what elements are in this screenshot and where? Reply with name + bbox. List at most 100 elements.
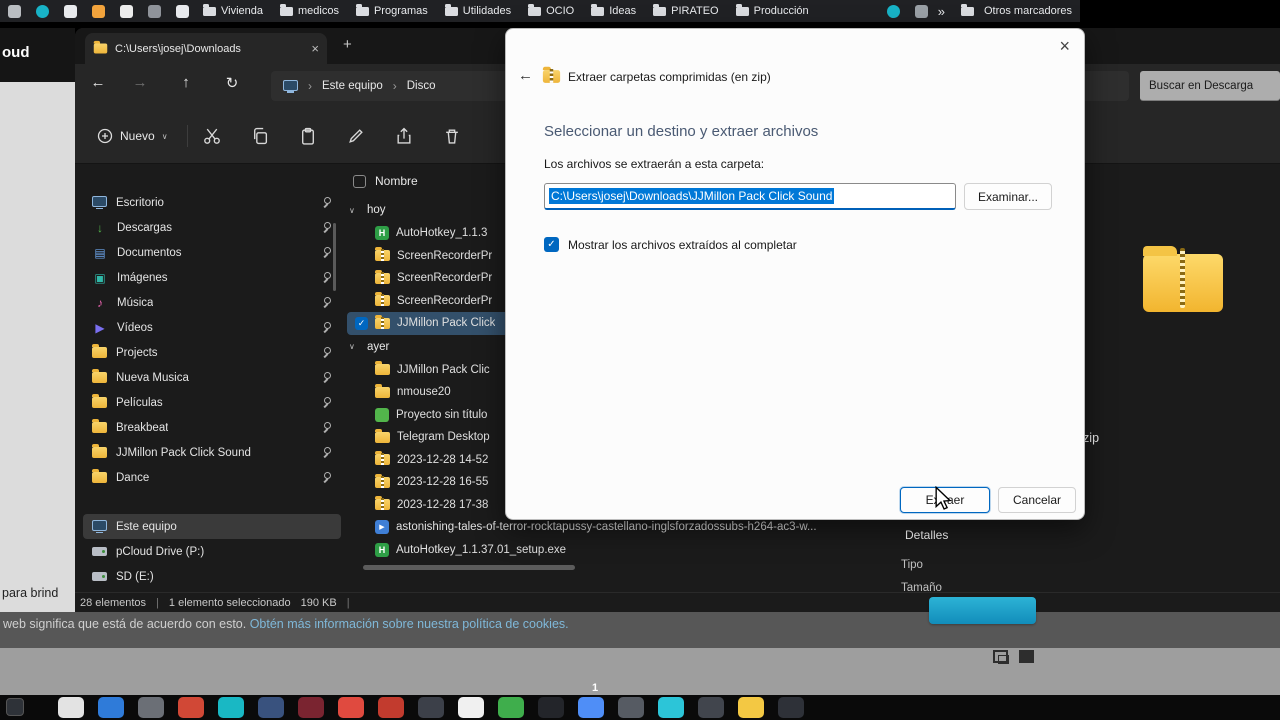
taskbar-app-10[interactable] [418, 697, 444, 718]
taskbar-app-3[interactable] [138, 697, 164, 718]
chevron-down-icon: ∨ [349, 205, 355, 215]
pin-icon [321, 447, 332, 458]
taskbar-app-15[interactable] [618, 697, 644, 718]
restore-window-icon[interactable] [993, 650, 1009, 664]
taskbar-app-5[interactable] [218, 697, 244, 718]
breadcrumb-este-equipo[interactable]: Este equipo [322, 80, 383, 92]
cookie-accept-button[interactable] [929, 597, 1036, 624]
sidebar-item[interactable]: pCloud Drive (P:) [83, 539, 341, 564]
pin-icon [321, 322, 332, 333]
back-icon[interactable]: ← [518, 67, 533, 84]
file-row[interactable]: H AutoHotkey_1.1.37.01_setup.exe [347, 539, 859, 562]
explorer-tab[interactable]: C:\Users\josej\Downloads × [85, 33, 327, 64]
bookmark-trailing-icon-2[interactable] [914, 4, 928, 18]
sidebar-item[interactable]: Breakbeat [83, 415, 341, 440]
breadcrumb-disco[interactable]: Disco [407, 80, 436, 92]
sidebar-item[interactable]: Nueva Musica [83, 365, 341, 390]
sidebar-scrollbar[interactable] [333, 223, 336, 291]
taskbar-app-17[interactable] [698, 697, 724, 718]
row-checkbox[interactable]: ✓ [355, 316, 368, 330]
show-extracted-checkbox[interactable]: ✓ [544, 237, 559, 252]
taskbar-app-2[interactable] [98, 697, 124, 718]
horizontal-scrollbar[interactable] [363, 565, 575, 570]
close-icon[interactable]: × [1059, 37, 1070, 55]
back-button[interactable]: ← [87, 74, 109, 91]
refresh-button[interactable]: ↻ [221, 74, 243, 92]
bookmark-item[interactable]: Producción [735, 4, 809, 17]
sidebar-item[interactable]: Escritorio [83, 190, 341, 215]
taskbar-app-9[interactable] [378, 697, 404, 718]
bookmark-trailing-icon-1[interactable] [886, 4, 900, 18]
details-heading[interactable]: Detalles [905, 528, 948, 542]
sidebar-item[interactable]: ▶ Vídeos [83, 315, 341, 340]
pin-icon [321, 197, 332, 208]
cut-button[interactable] [203, 127, 221, 145]
drive-icon [92, 547, 107, 556]
bookmark-icon-5[interactable] [120, 4, 133, 18]
rename-button[interactable] [347, 127, 365, 145]
sidebar-item[interactable]: SD (E:) [83, 564, 341, 589]
group-label: ayer [367, 340, 390, 353]
bookmark-item[interactable]: PIRATEO [653, 4, 719, 17]
taskbar-app-12[interactable] [498, 697, 524, 718]
folder-icon [375, 361, 390, 376]
taskbar-app-6[interactable] [258, 697, 284, 718]
cookie-policy-link[interactable]: Obtén más información sobre nuestra polí… [250, 617, 569, 631]
paste-button[interactable] [299, 127, 317, 145]
sidebar-item[interactable]: JJMillon Pack Click Sound [83, 440, 341, 465]
sidebar-item[interactable]: ▣ Imágenes [83, 265, 341, 290]
sidebar-item[interactable]: Este equipo [83, 514, 341, 539]
taskbar-corner-icon[interactable] [6, 698, 24, 716]
bookmark-item[interactable]: Ideas [591, 4, 636, 17]
sidebar-item[interactable]: Dance [83, 465, 341, 490]
taskbar-app-14[interactable] [578, 697, 604, 718]
taskbar-app-18[interactable] [738, 697, 764, 718]
destination-path-input[interactable]: C:\Users\josej\Downloads\JJMillon Pack C… [544, 183, 956, 210]
tab-close-icon[interactable]: × [311, 42, 319, 55]
taskbar-app-8[interactable] [338, 697, 364, 718]
sidebar-item[interactable]: ↓ Descargas [83, 215, 341, 240]
bookmark-item[interactable]: Programas [355, 4, 428, 17]
folder-icon [92, 344, 107, 358]
other-bookmarks-label[interactable]: Otros marcadores [984, 5, 1072, 17]
taskbar-app-4[interactable] [178, 697, 204, 718]
videos-icon: ▶ [95, 320, 105, 335]
select-all-checkbox[interactable] [353, 174, 366, 188]
bookmarks-overflow-chevron[interactable]: » [938, 4, 945, 19]
taskbar-app-1[interactable] [58, 697, 84, 718]
taskbar-app-13[interactable] [538, 697, 564, 718]
browse-button[interactable]: Examinar... [964, 183, 1052, 210]
bookmark-item[interactable]: OCIO [528, 4, 575, 17]
sidebar-item[interactable]: ♪ Música [83, 290, 341, 315]
taskbar-app-11[interactable] [458, 697, 484, 718]
cancel-button[interactable]: Cancelar [998, 487, 1076, 513]
taskbar-app-7[interactable] [298, 697, 324, 718]
forward-button[interactable]: → [129, 74, 151, 91]
up-button[interactable]: ↑ [175, 74, 197, 91]
bookmark-icon-3[interactable] [64, 4, 77, 18]
sidebar-item[interactable]: Películas [83, 390, 341, 415]
bookmark-icon-1[interactable] [8, 4, 21, 18]
folder-icon [444, 4, 458, 16]
bookmark-item[interactable]: medicos [280, 4, 339, 17]
sidebar-item[interactable]: ▤ Documentos [83, 240, 341, 265]
delete-button[interactable] [443, 127, 461, 145]
bookmark-icon-2[interactable] [36, 4, 49, 18]
copy-button[interactable] [251, 127, 269, 145]
bookmark-icon-4[interactable] [92, 4, 105, 18]
window-control-icon[interactable] [1019, 650, 1034, 663]
folder-icon [92, 419, 107, 433]
share-button[interactable] [395, 127, 413, 145]
new-button[interactable]: Nuevo ∨ [87, 121, 178, 151]
bookmark-icon-6[interactable] [148, 4, 161, 18]
bookmark-label: OCIO [546, 5, 575, 17]
bookmark-item[interactable]: Utilidades [444, 4, 511, 17]
sidebar-item-label: Documentos [117, 246, 182, 259]
bookmark-icon-7[interactable] [176, 4, 189, 18]
taskbar-app-16[interactable] [658, 697, 684, 718]
bookmark-item[interactable]: Vivienda [203, 4, 263, 17]
new-tab-button[interactable]: + [343, 36, 352, 53]
taskbar-app-19[interactable] [778, 697, 804, 718]
search-input[interactable]: Buscar en Descarga [1140, 71, 1280, 101]
sidebar-item[interactable]: Projects [83, 340, 341, 365]
